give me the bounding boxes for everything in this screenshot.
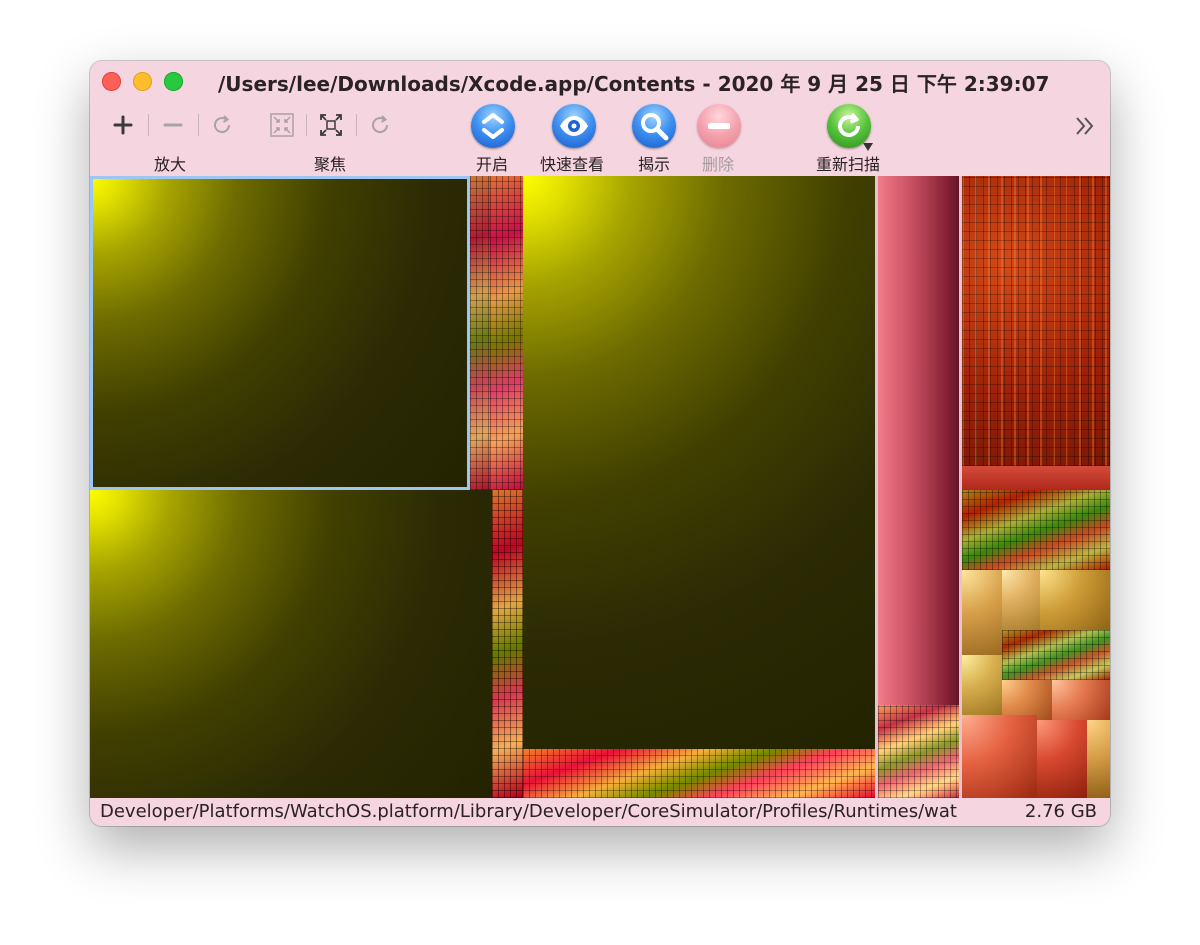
treemap-tile-group[interactable] bbox=[470, 176, 490, 490]
delete-label: 删除 bbox=[702, 155, 735, 174]
redo-icon[interactable] bbox=[208, 111, 236, 139]
treemap-tile-group[interactable] bbox=[962, 176, 1110, 466]
treemap-tile-group[interactable] bbox=[490, 176, 523, 490]
dropdown-triangle-icon bbox=[863, 143, 873, 151]
open-button[interactable] bbox=[471, 104, 515, 148]
zoom-label: 放大 bbox=[154, 155, 187, 174]
open-label: 开启 bbox=[476, 155, 509, 174]
zoom-window-button[interactable] bbox=[164, 72, 183, 91]
close-window-button[interactable] bbox=[102, 72, 121, 91]
window-title: /Users/lee/Downloads/Xcode.app/Contents … bbox=[218, 72, 1050, 96]
treemap-tile[interactable] bbox=[523, 176, 875, 749]
treemap-divider bbox=[875, 176, 878, 798]
magnifier-icon bbox=[641, 113, 669, 141]
expand-arrows-icon[interactable] bbox=[317, 111, 345, 139]
rescan-button[interactable] bbox=[827, 104, 873, 151]
treemap-tile[interactable] bbox=[1037, 720, 1087, 798]
minus-icon[interactable] bbox=[159, 111, 187, 139]
treemap-tile-selected[interactable] bbox=[90, 176, 470, 490]
refresh-icon bbox=[838, 112, 860, 137]
treemap-tile[interactable] bbox=[1002, 570, 1040, 630]
treemap-tile[interactable] bbox=[962, 570, 1002, 655]
status-size: 2.76 GB bbox=[1024, 801, 1097, 822]
reveal-button[interactable] bbox=[632, 104, 676, 148]
treemap-tile-group[interactable] bbox=[1002, 630, 1110, 680]
toolbar-separator bbox=[306, 114, 307, 136]
collapse-arrows-icon[interactable] bbox=[268, 111, 296, 139]
treemap-tile-group[interactable] bbox=[878, 705, 960, 798]
status-path: Developer/Platforms/WatchOS.platform/Lib… bbox=[100, 801, 957, 822]
toolbar-separator bbox=[148, 114, 149, 136]
status-bar: Developer/Platforms/WatchOS.platform/Lib… bbox=[90, 798, 1110, 826]
toolbar-separator bbox=[198, 114, 199, 136]
treemap-tile[interactable] bbox=[90, 490, 492, 798]
open-arrows-icon bbox=[482, 113, 504, 139]
treemap-view[interactable] bbox=[90, 176, 1110, 798]
minus-circle-icon bbox=[708, 123, 730, 129]
treemap-tile[interactable] bbox=[962, 655, 1002, 715]
quicklook-label: 快速查看 bbox=[540, 155, 605, 174]
redo-icon[interactable] bbox=[366, 111, 394, 139]
treemap-tile-group[interactable] bbox=[962, 490, 1110, 570]
treemap-tile-group[interactable] bbox=[492, 490, 523, 798]
plus-icon[interactable] bbox=[109, 111, 137, 139]
toolbar: 放大 聚焦 开启 快速查看 揭示 删除 重新扫描 bbox=[90, 101, 1110, 176]
treemap-tile[interactable] bbox=[1002, 680, 1052, 720]
treemap-tile[interactable] bbox=[1040, 570, 1110, 630]
focus-label: 聚焦 bbox=[314, 155, 347, 174]
chevron-double-right-icon[interactable] bbox=[1072, 113, 1098, 139]
toolbar-separator bbox=[356, 114, 357, 136]
treemap-tile[interactable] bbox=[878, 176, 960, 705]
delete-button[interactable] bbox=[697, 104, 741, 148]
title-bar: /Users/lee/Downloads/Xcode.app/Contents … bbox=[90, 61, 1110, 101]
treemap-tile[interactable] bbox=[962, 466, 1110, 490]
treemap-tile[interactable] bbox=[962, 715, 1037, 798]
treemap-tile[interactable] bbox=[1052, 680, 1110, 720]
eye-icon bbox=[560, 116, 588, 136]
treemap-tile-group[interactable] bbox=[523, 749, 875, 798]
treemap-divider bbox=[959, 176, 962, 798]
app-window: /Users/lee/Downloads/Xcode.app/Contents … bbox=[90, 61, 1110, 826]
treemap-tile[interactable] bbox=[1087, 720, 1110, 798]
minimize-window-button[interactable] bbox=[133, 72, 152, 91]
rescan-label: 重新扫描 bbox=[816, 155, 881, 174]
quicklook-button[interactable] bbox=[552, 104, 596, 148]
reveal-label: 揭示 bbox=[638, 155, 671, 174]
